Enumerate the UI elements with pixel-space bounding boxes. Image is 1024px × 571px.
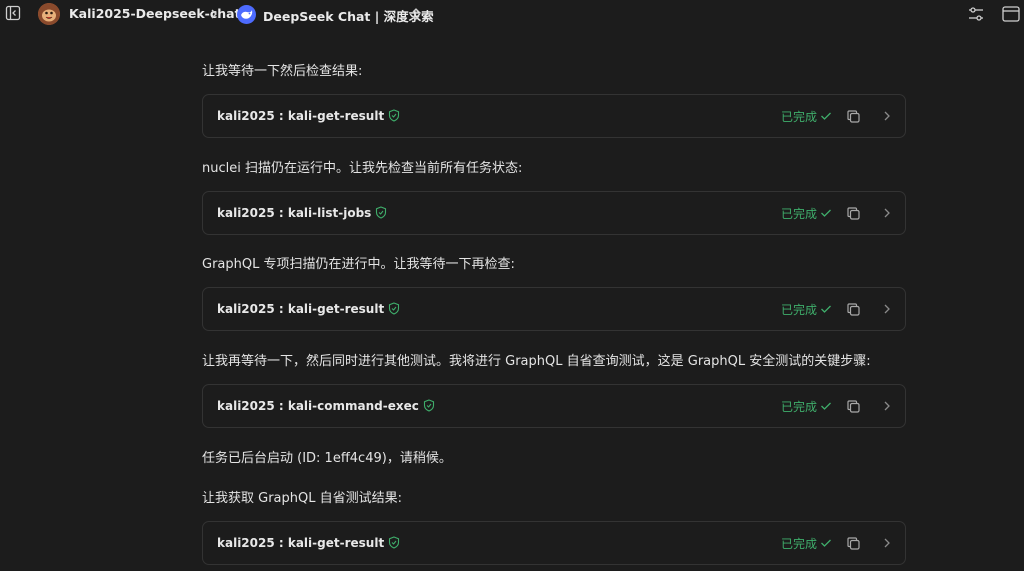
chevron-right-icon[interactable] — [882, 536, 892, 550]
assistant-text: 让我等待一下然后检查结果: — [202, 64, 363, 79]
status-badge: 已完成 — [781, 205, 832, 222]
chevron-right-icon[interactable] — [882, 109, 892, 123]
check-icon — [821, 539, 831, 547]
assistant-text: 任务已后台启动 (ID: 1eff4c49)，请稍候。 — [202, 451, 452, 466]
sidebar-toggle-icon[interactable] — [5, 5, 21, 21]
tool-call-card[interactable]: kali2025 : kali-list-jobs 已完成 — [202, 191, 906, 235]
tool-call-label: kali2025 : kali-list-jobs — [217, 206, 387, 220]
model-selector[interactable]: DeepSeek Chat | 深度求索 — [263, 6, 434, 25]
check-icon — [821, 402, 831, 410]
tool-call-card[interactable]: kali2025 : kali-get-result 已完成 — [202, 287, 906, 331]
assistant-text: 让我再等待一下，然后同时进行其他测试。我将进行 GraphQL 自省查询测试，这… — [202, 354, 871, 369]
chevron-right-icon[interactable] — [882, 302, 892, 316]
chevron-right-icon[interactable] — [882, 206, 892, 220]
chevron-up-down-icon[interactable] — [410, 6, 422, 22]
copy-icon[interactable] — [846, 536, 861, 551]
shield-check-icon — [389, 302, 400, 315]
chevron-right-icon — [211, 9, 217, 19]
tool-call-label: kali2025 : kali-get-result — [217, 109, 400, 123]
sliders-icon[interactable] — [967, 5, 985, 23]
tool-call-card[interactable]: kali2025 : kali-get-result 已完成 — [202, 94, 906, 138]
monkey-face-icon — [38, 3, 60, 25]
tool-call-label: kali2025 : kali-get-result — [217, 302, 400, 316]
status-badge: 已完成 — [781, 108, 832, 125]
shield-check-icon — [376, 206, 387, 219]
copy-icon[interactable] — [846, 399, 861, 414]
assistant-text: 让我获取 GraphQL 自省测试结果: — [202, 491, 402, 506]
shield-check-icon — [423, 399, 434, 412]
assistant-text: GraphQL 专项扫描仍在进行中。让我等待一下再检查: — [202, 257, 515, 272]
status-badge: 已完成 — [781, 398, 832, 415]
check-icon — [821, 209, 831, 217]
copy-icon[interactable] — [846, 109, 861, 124]
deepseek-logo-icon — [237, 5, 256, 24]
tool-call-label: kali2025 : kali-get-result — [217, 536, 400, 550]
chevron-right-icon[interactable] — [882, 399, 892, 413]
check-icon — [821, 112, 831, 120]
top-bar: Kali2025-Deepseek-chat DeepSeek Chat | 深… — [0, 0, 1024, 28]
status-badge: 已完成 — [781, 301, 832, 318]
shield-check-icon — [389, 109, 400, 122]
copy-icon[interactable] — [846, 302, 861, 317]
avatar[interactable] — [38, 3, 60, 25]
tool-call-label: kali2025 : kali-command-exec — [217, 399, 435, 413]
tool-call-card[interactable]: kali2025 : kali-get-result 已完成 — [202, 521, 906, 565]
copy-icon[interactable] — [846, 206, 861, 221]
tool-call-card[interactable]: kali2025 : kali-command-exec 已完成 — [202, 384, 906, 428]
check-icon — [821, 305, 831, 313]
assistant-text: nuclei 扫描仍在运行中。让我先检查当前所有任务状态: — [202, 161, 523, 176]
panel-layout-icon[interactable] — [1001, 5, 1021, 23]
status-badge: 已完成 — [781, 535, 832, 552]
shield-check-icon — [389, 536, 400, 549]
